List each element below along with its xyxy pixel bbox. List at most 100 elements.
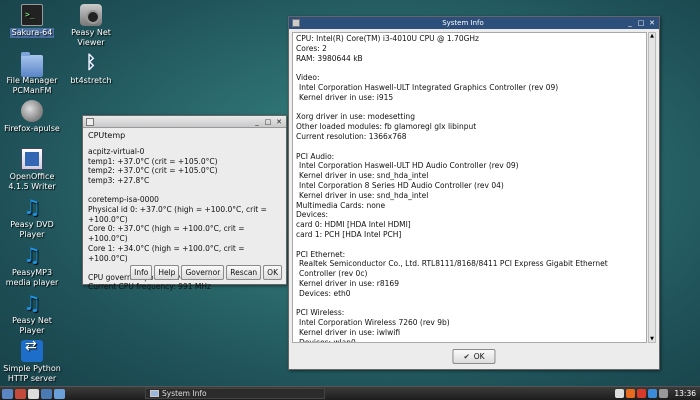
system-info-line: Other loaded modules: fb glamoregl glx l…: [296, 122, 477, 132]
info-button[interactable]: Info: [130, 265, 153, 280]
desktop-icon-peasymp3[interactable]: ♫ PeasyMP3 media player: [1, 244, 63, 288]
desktop-icon-label: Firefox-apulse: [4, 124, 60, 133]
keyboard-icon[interactable]: [615, 389, 625, 398]
cputemp-window: _ □ ✕ CPUtemp acpitz-virtual-0 temp1: +3…: [82, 115, 287, 291]
window-menu-icon[interactable]: [86, 117, 94, 126]
desktop-icon-label: Peasy DVD Player: [10, 220, 54, 239]
window-title: System Info: [442, 19, 484, 27]
desktop-icon-label: Peasy Net Viewer: [71, 28, 111, 47]
writer-icon: [21, 148, 43, 170]
window-menu-icon[interactable]: [292, 19, 300, 27]
system-tray: 13:36: [615, 389, 698, 398]
desktop-icon-label: Simple Python HTTP server: [3, 364, 61, 383]
minimize-icon[interactable]: _: [626, 19, 634, 27]
desktop-icon-python-http-server[interactable]: Simple Python HTTP server: [1, 340, 63, 384]
desktop-icon-label: File Manager PCManFM: [6, 76, 58, 95]
sensor-line: Physical id 0: +37.0°C (high = +100.0°C,…: [88, 204, 267, 224]
system-info-line: Cores: 2: [296, 43, 327, 53]
webcam-icon: [80, 4, 102, 26]
desktop-icon-label: Peasy Net Player: [12, 316, 52, 335]
system-info-line: Kernel driver in use: iwlwifi: [299, 327, 401, 337]
terminal-icon: [21, 4, 43, 26]
system-info-line: Intel Corporation Haswell-ULT HD Audio C…: [299, 161, 519, 171]
desktop-icon-sakura[interactable]: Sakura-64: [1, 4, 63, 38]
music-note-icon: ♫: [23, 291, 41, 315]
cputemp-heading: CPUtemp: [88, 131, 126, 140]
sensor-line: temp1: +37.0°C (crit = +105.0°C): [88, 156, 218, 166]
music-note-icon: ♫: [23, 243, 41, 267]
firefox-icon: [21, 100, 43, 122]
system-info-line: Kernel driver in use: i915: [299, 92, 394, 102]
cpu-frequency-line: Current CPU frequency: 991 MHz: [88, 282, 211, 292]
firefox-tray-icon[interactable]: [626, 389, 636, 398]
desktop-icon-firefox[interactable]: Firefox-apulse: [1, 100, 63, 134]
close-icon[interactable]: ✕: [648, 19, 656, 27]
bluetooth-icon: ᛒ: [85, 52, 97, 73]
sensor-line: Core 1: +34.0°C (high = +100.0°C, crit =…: [88, 243, 245, 263]
system-info-titlebar[interactable]: System Info _ □ ✕: [289, 17, 659, 29]
system-info-text[interactable]: CPU: Intel(R) Core(TM) i3-4010U CPU @ 1.…: [292, 32, 647, 343]
system-info-line: [296, 240, 643, 250]
system-info-line: [296, 103, 643, 113]
desktop-icon-openoffice-writer[interactable]: OpenOffice 4.1.5 Writer: [1, 148, 63, 192]
system-info-line: Xorg driver in use: modesetting: [296, 112, 415, 122]
system-info-line: Current resolution: 1366x768: [296, 131, 407, 141]
network-icon[interactable]: [659, 389, 669, 398]
folder-icon: [21, 52, 43, 77]
terminal-launcher-icon[interactable]: [15, 388, 26, 399]
ok-label: OK: [473, 352, 485, 361]
system-info-line: Intel Corporation Wireless 7260 (rev 9b): [299, 318, 450, 328]
taskbar-entry-system-info[interactable]: System Info: [145, 388, 325, 399]
clock: 13:36: [674, 389, 696, 398]
ok-button[interactable]: ✔ OK: [452, 349, 496, 364]
desktop-icon-label: bt4stretch: [70, 76, 112, 85]
cputemp-button-row: Info Help Governor Rescan OK: [130, 265, 282, 280]
system-info-line: card 1: PCH [HDA Intel PCH]: [296, 229, 402, 239]
maximize-icon[interactable]: □: [637, 19, 645, 27]
file-manager-launcher-icon[interactable]: [41, 388, 52, 399]
governor-button[interactable]: Governor: [181, 265, 225, 280]
desktop-icon-bt4stretch[interactable]: ᛒ bt4stretch: [60, 52, 122, 86]
music-note-icon: ♫: [23, 195, 41, 219]
volume-icon[interactable]: [648, 389, 658, 398]
system-info-line: PCI Ethernet:: [296, 249, 346, 259]
checkmark-icon: ✔: [463, 352, 470, 361]
rescan-button[interactable]: Rescan: [226, 265, 262, 280]
menu-icon[interactable]: [2, 388, 13, 399]
desktop-icon-peasy-net-player[interactable]: ♫ Peasy Net Player: [1, 292, 63, 336]
system-info-line: Realtek Semiconductor Co., Ltd. RTL8111/…: [299, 259, 608, 279]
browser-launcher-icon[interactable]: [28, 388, 39, 399]
minimize-icon[interactable]: _: [253, 118, 261, 126]
system-info-line: CPU: Intel(R) Core(TM) i3-4010U CPU @ 1.…: [296, 34, 479, 43]
ok-button[interactable]: OK: [263, 265, 282, 280]
system-info-line: Intel Corporation 8 Series HD Audio Cont…: [299, 180, 504, 190]
system-info-line: Multimedia Cards: none: [296, 200, 386, 210]
system-info-line: Kernel driver in use: r8169: [299, 278, 399, 288]
show-desktop-icon[interactable]: [54, 388, 65, 399]
system-info-line: PCI Wireless:: [296, 308, 345, 318]
close-icon[interactable]: ✕: [275, 118, 283, 126]
help-button[interactable]: Help: [154, 265, 180, 280]
system-info-line: [296, 142, 643, 152]
cputemp-titlebar[interactable]: _ □ ✕: [83, 116, 286, 128]
desktop-icon-label: PeasyMP3 media player: [5, 268, 59, 287]
desktop-icon-peasy-net-viewer[interactable]: Peasy Net Viewer: [60, 4, 122, 48]
system-info-line: Kernel driver in use: snd_hda_intel: [299, 171, 429, 181]
system-info-line: card 0: HDMI [HDA Intel HDMI]: [296, 220, 411, 230]
sensor-line: coretemp-isa-0000: [88, 194, 159, 204]
desktop-icon-peasy-dvd-player[interactable]: ♫ Peasy DVD Player: [1, 196, 63, 240]
system-info-line: RAM: 3980644 kB: [296, 53, 363, 63]
maximize-icon[interactable]: □: [264, 118, 272, 126]
sensor-line: Core 0: +37.0°C (high = +100.0°C, crit =…: [88, 224, 245, 244]
system-info-window: System Info _ □ ✕ CPU: Intel(R) Core(TM)…: [288, 16, 660, 370]
vertical-scrollbar[interactable]: [648, 32, 656, 343]
system-info-line: PCI Audio:: [296, 151, 335, 161]
sensor-line: temp2: +37.0°C (crit = +105.0°C): [88, 166, 218, 176]
sensor-line: temp3: +27.8°C: [88, 176, 150, 186]
desktop-icon-file-manager[interactable]: File Manager PCManFM: [1, 52, 63, 96]
battery-icon[interactable]: [637, 389, 647, 398]
desktop-icon-label: Sakura-64: [9, 28, 55, 38]
desktop-icon-label: OpenOffice 4.1.5 Writer: [8, 172, 56, 191]
window-icon: [150, 390, 159, 397]
system-info-line: [296, 299, 643, 309]
